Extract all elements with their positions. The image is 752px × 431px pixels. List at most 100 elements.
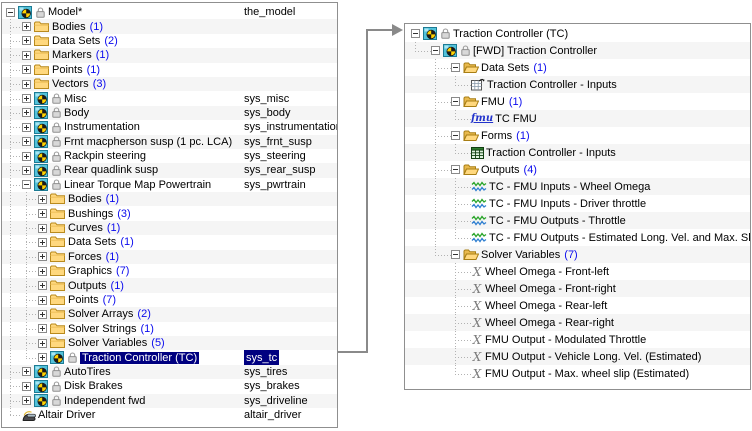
tree-row[interactable]: [FWD] Traction Controller [405, 42, 750, 59]
tree-row[interactable]: Bodies(1) [2, 192, 337, 206]
plus-box-icon[interactable] [38, 296, 47, 305]
tree-item-label[interactable]: Data Sets [68, 236, 116, 248]
tree-item-label[interactable]: [FWD] Traction Controller [473, 45, 597, 57]
tree-item-label[interactable]: AutoTires [64, 366, 111, 378]
plus-box-icon[interactable] [22, 367, 31, 376]
minus-box-icon[interactable] [451, 63, 460, 72]
tree-item-label[interactable]: Rackpin steering [64, 150, 146, 162]
tree-item-label[interactable]: Instrumentation [64, 121, 140, 133]
plus-box-icon[interactable] [38, 224, 47, 233]
plus-box-icon[interactable] [22, 152, 31, 161]
tree-row[interactable]: AutoTires sys_tires [2, 365, 337, 379]
tree-item-label[interactable]: Misc [64, 93, 87, 105]
tree-item-label[interactable]: TC - FMU Outputs - Estimated Long. Vel. … [489, 232, 751, 244]
tree-item-variable-name[interactable]: sys_pwrtrain [244, 178, 306, 192]
tree-row[interactable]: Traction Controller - Inputs [405, 144, 750, 161]
tree-item-variable-name[interactable]: sys_tires [244, 365, 287, 379]
tree-item-variable-name[interactable]: sys_tc [244, 350, 279, 364]
tree-row[interactable]: Solver Variables(5) [2, 336, 337, 350]
tree-item-label[interactable]: Bushings [68, 208, 113, 220]
tree-row[interactable]: Data Sets(1) [2, 235, 337, 249]
tree-item-label[interactable]: Data Sets [481, 62, 529, 74]
tree-item-variable-name[interactable]: sys_misc [244, 91, 289, 105]
tree-item-label[interactable]: Wheel Omega - Front-right [485, 283, 616, 295]
tree-item-variable-name[interactable]: sys_instrumentation [244, 120, 338, 134]
tree-row[interactable]: Points(1) [2, 63, 337, 77]
plus-box-icon[interactable] [22, 22, 31, 31]
minus-box-icon[interactable] [22, 180, 31, 189]
plus-box-icon[interactable] [22, 51, 31, 60]
minus-box-icon[interactable] [451, 131, 460, 140]
tree-item-label[interactable]: TC - FMU Inputs - Driver throttle [489, 198, 646, 210]
minus-box-icon[interactable] [451, 165, 460, 174]
tree-item-variable-name[interactable]: sys_driveline [244, 394, 308, 408]
tree-item-label[interactable]: Points [68, 294, 99, 306]
tree-item-label[interactable]: Bodies [68, 193, 102, 205]
tree-row[interactable]: XWheel Omega - Rear-right [405, 314, 750, 331]
minus-box-icon[interactable] [411, 29, 420, 38]
tree-item-label[interactable]: Data Sets [52, 35, 100, 47]
plus-box-icon[interactable] [38, 339, 47, 348]
tree-item-variable-name[interactable]: sys_steering [244, 149, 306, 163]
tree-row[interactable]: Traction Controller - Inputs [405, 76, 750, 93]
plus-box-icon[interactable] [22, 123, 31, 132]
tree-item-label[interactable]: Solver Variables [481, 249, 560, 261]
tree-row[interactable]: Forms(1) [405, 127, 750, 144]
tree-item-label[interactable]: FMU Output - Max. wheel slip (Estimated) [485, 368, 689, 380]
tree-row[interactable]: Independent fwdsys_driveline [2, 394, 337, 408]
tree-row[interactable]: TC - FMU Outputs - Throttle [405, 212, 750, 229]
tree-row[interactable]: Traction Controller (TC) [405, 25, 750, 42]
tree-row[interactable]: Linear Torque Map Powertrain sys_pwrtrain [2, 178, 337, 192]
tree-item-label[interactable]: TC - FMU Outputs - Throttle [489, 215, 626, 227]
tree-row[interactable]: TC - FMU Inputs - Driver throttle [405, 195, 750, 212]
tree-item-label[interactable]: Altair Driver [38, 409, 95, 421]
tree-row[interactable]: Model*the_model [2, 5, 337, 19]
tree-item-label[interactable]: Solver Strings [68, 323, 136, 335]
tree-row[interactable]: XWheel Omega - Front-right [405, 280, 750, 297]
tree-item-label[interactable]: Graphics [68, 265, 112, 277]
tree-row[interactable]: Disk Brakessys_brakes [2, 379, 337, 393]
tree-item-label[interactable]: Points [52, 64, 83, 76]
tree-row[interactable]: Misc sys_misc [2, 91, 337, 105]
tree-row[interactable]: Solver Strings(1) [2, 322, 337, 336]
tree-item-label[interactable]: Outputs [481, 164, 520, 176]
plus-box-icon[interactable] [38, 324, 47, 333]
tree-row[interactable]: Instrumentation sys_instrumentation [2, 120, 337, 134]
tree-row[interactable]: Curves(1) [2, 221, 337, 235]
tree-row[interactable]: Vectors(3) [2, 77, 337, 91]
tree-item-label[interactable]: Wheel Omega - Rear-right [485, 317, 614, 329]
tree-row[interactable]: Bodies(1) [2, 19, 337, 33]
minus-box-icon[interactable] [431, 46, 440, 55]
tree-row[interactable]: TC - FMU Outputs - Estimated Long. Vel. … [405, 229, 750, 246]
plus-box-icon[interactable] [38, 252, 47, 261]
tree-item-variable-name[interactable]: sys_rear_susp [244, 163, 316, 177]
tree-item-label[interactable]: Model* [48, 6, 82, 18]
tree-row[interactable]: Frnt macpherson susp (1 pc. LCA)sys_frnt… [2, 135, 337, 149]
tree-item-label[interactable]: FMU Output - Vehicle Long. Vel. (Estimat… [485, 351, 701, 363]
tree-row[interactable]: Traction Controller (TC)sys_tc [2, 350, 337, 364]
plus-box-icon[interactable] [22, 166, 31, 175]
tree-item-label[interactable]: Traction Controller - Inputs [486, 147, 616, 159]
tree-item-label[interactable]: Body [64, 107, 89, 119]
tree-row[interactable]: Solver Arrays(2) [2, 307, 337, 321]
plus-box-icon[interactable] [38, 310, 47, 319]
tree-row[interactable]: XWheel Omega - Rear-left [405, 297, 750, 314]
tree-item-label[interactable]: Linear Torque Map Powertrain [64, 179, 211, 191]
tree-row[interactable]: Altair Driver altair_driver [2, 408, 337, 422]
tree-row[interactable]: Markers(1) [2, 48, 337, 62]
tree-item-label[interactable]: Solver Arrays [68, 308, 133, 320]
tree-row[interactable]: Data Sets(1) [405, 59, 750, 76]
tree-row[interactable]: Solver Variables(7) [405, 246, 750, 263]
tree-item-label[interactable]: Traction Controller - Inputs [487, 79, 617, 91]
plus-box-icon[interactable] [22, 36, 31, 45]
plus-box-icon[interactable] [22, 108, 31, 117]
tree-item-variable-name[interactable]: sys_frnt_susp [244, 135, 312, 149]
tree-item-label[interactable]: FMU Output - Modulated Throttle [485, 334, 646, 346]
plus-box-icon[interactable] [22, 382, 31, 391]
tree-row[interactable]: Rackpin steering sys_steering [2, 149, 337, 163]
tree-item-variable-name[interactable]: sys_brakes [244, 379, 300, 393]
tree-item-label[interactable]: Traction Controller (TC) [453, 28, 568, 40]
tree-item-variable-name[interactable]: altair_driver [244, 408, 301, 422]
tree-item-label[interactable]: TC - FMU Inputs - Wheel Omega [489, 181, 650, 193]
tree-item-label[interactable]: Rear quadlink susp [64, 164, 158, 176]
